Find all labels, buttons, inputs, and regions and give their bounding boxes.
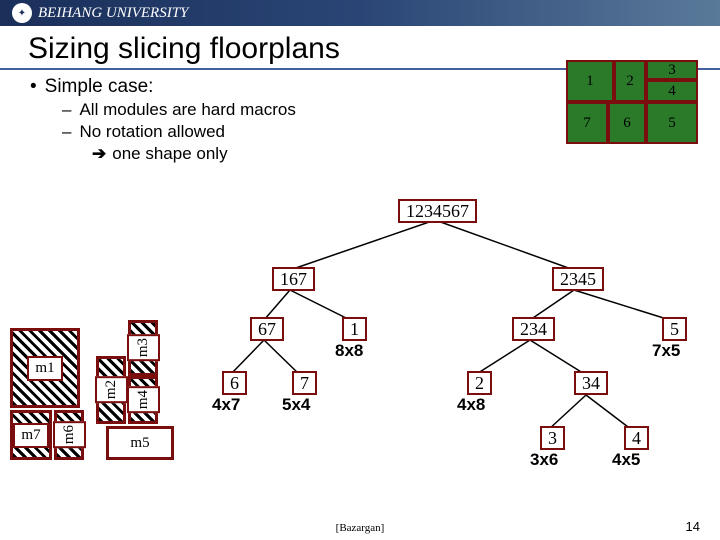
mod-m2: m2 xyxy=(96,356,126,424)
node-167: 167 xyxy=(272,267,315,291)
dim-2: 4x8 xyxy=(457,395,485,415)
bullet-l1: Simple case: xyxy=(45,76,154,98)
university-header: ✦ BEIHANG UNIVERSITY xyxy=(0,0,720,26)
node-1: 1 xyxy=(342,317,367,341)
mod-m4: m4 xyxy=(128,376,158,424)
node-3: 3 xyxy=(540,426,565,450)
node-6: 6 xyxy=(222,371,247,395)
dim-7: 5x4 xyxy=(282,395,310,415)
dim-5: 7x5 xyxy=(652,341,680,361)
node-234: 234 xyxy=(512,317,555,341)
fp-block-3: 3 xyxy=(646,60,698,80)
dim-3: 3x6 xyxy=(530,450,558,470)
node-34: 34 xyxy=(574,371,608,395)
mod-m7: m7 xyxy=(10,410,52,460)
fp-block-2: 2 xyxy=(614,60,646,102)
fp-block-1: 1 xyxy=(566,60,614,102)
mod-m6: m6 xyxy=(54,410,84,460)
dim-4: 4x5 xyxy=(612,450,640,470)
node-2345: 2345 xyxy=(552,267,604,291)
bullet-l2b: No rotation allowed xyxy=(79,122,225,142)
floorplan-small: 1 2 3 4 5 6 7 xyxy=(566,60,696,142)
node-67: 67 xyxy=(250,317,284,341)
node-5: 5 xyxy=(662,317,687,341)
fp-block-5: 5 xyxy=(646,102,698,144)
bullet-l2a: All modules are hard macros xyxy=(79,100,295,120)
fp-block-4: 4 xyxy=(646,80,698,102)
fp-block-6: 6 xyxy=(608,102,646,144)
fp-block-7: 7 xyxy=(566,102,608,144)
module-grid: m1 m3 m2 m4 m7 m6 m5 xyxy=(10,328,210,463)
node-root: 1234567 xyxy=(398,199,477,223)
page-number: 14 xyxy=(686,519,700,534)
node-4: 4 xyxy=(624,426,649,450)
dim-1: 8x8 xyxy=(335,341,363,361)
university-logo: ✦ xyxy=(12,3,32,23)
citation: [Bazargan] xyxy=(336,522,385,534)
mod-m5: m5 xyxy=(106,426,174,460)
university-name: BEIHANG UNIVERSITY xyxy=(38,5,188,22)
node-7: 7 xyxy=(292,371,317,395)
mod-m1: m1 xyxy=(10,328,80,408)
mod-m3: m3 xyxy=(128,320,158,376)
bullet-l3: one shape only xyxy=(112,144,227,163)
node-2: 2 xyxy=(467,371,492,395)
dim-6: 4x7 xyxy=(212,395,240,415)
